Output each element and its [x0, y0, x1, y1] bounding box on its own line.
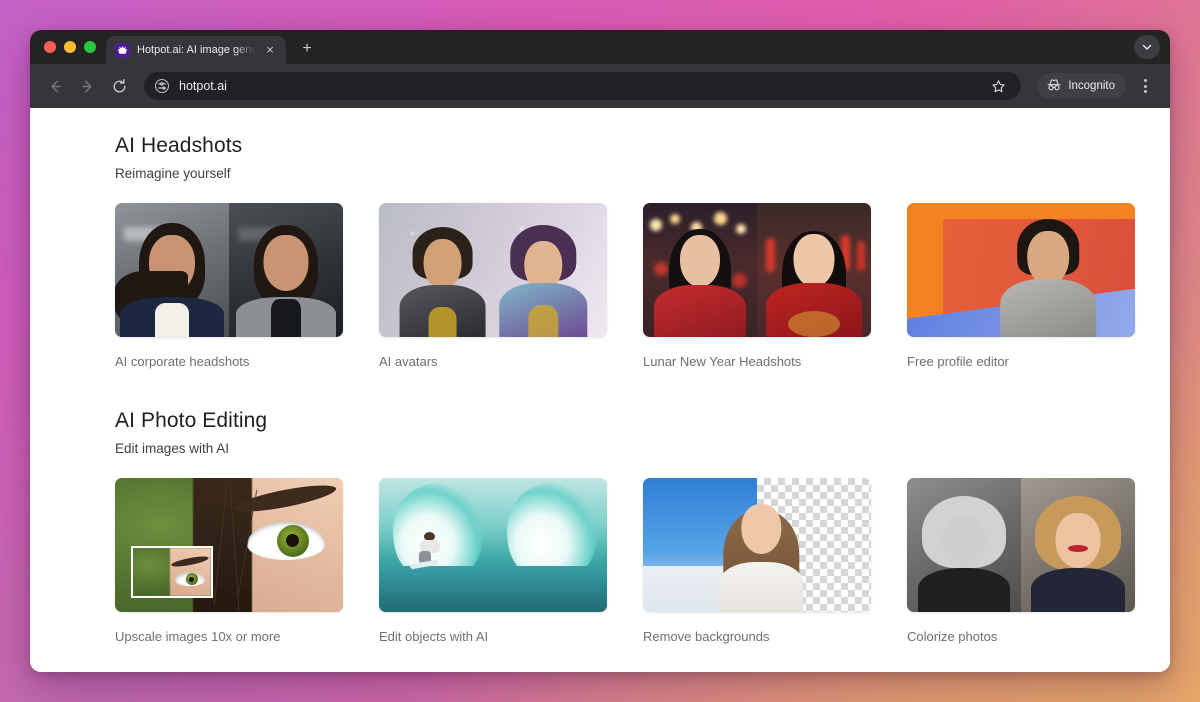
chevron-down-icon	[1142, 44, 1152, 50]
card-thumbnail[interactable]	[379, 478, 607, 612]
card-caption: Free profile editor	[907, 354, 1009, 369]
card-thumbnail[interactable]	[115, 203, 343, 337]
card-caption: Lunar New Year Headshots	[643, 354, 802, 369]
surfer-figure	[409, 531, 444, 569]
upscale-inset-preview	[131, 546, 213, 598]
card-thumbnail[interactable]	[907, 478, 1135, 612]
card-thumbnail[interactable]	[643, 478, 871, 612]
card-thumbnail[interactable]	[115, 478, 343, 612]
card-thumbnail[interactable]	[907, 203, 1135, 337]
card-row: AI corporate headshots AI avatars Lunar …	[115, 203, 1170, 369]
window-traffic-lights	[42, 30, 106, 64]
card-lunar-new-year-headshots[interactable]: Lunar New Year Headshots	[643, 203, 871, 369]
browser-window: Hotpot.ai: AI image generator × +	[30, 30, 1170, 672]
page-settings-icon[interactable]	[153, 78, 170, 95]
maximize-window-button[interactable]	[84, 41, 96, 53]
page-content: AI Headshots Reimagine yourself AI corpo…	[30, 108, 1170, 644]
thumbnail-colorized-half	[1021, 478, 1135, 612]
incognito-label: Incognito	[1068, 80, 1115, 92]
card-thumbnail[interactable]	[379, 203, 607, 337]
section-title: AI Photo Editing	[115, 409, 268, 432]
kebab-menu-icon[interactable]	[1132, 73, 1158, 99]
card-remove-backgrounds[interactable]: Remove backgrounds	[643, 478, 871, 644]
card-caption: AI avatars	[379, 354, 438, 369]
forward-button[interactable]	[72, 71, 102, 101]
minimize-window-button[interactable]	[64, 41, 76, 53]
new-tab-button[interactable]: +	[294, 36, 320, 62]
close-tab-button[interactable]: ×	[262, 42, 278, 58]
browser-tab[interactable]: Hotpot.ai: AI image generator ×	[106, 36, 286, 64]
card-caption: Remove backgrounds	[643, 629, 770, 644]
card-caption: AI corporate headshots	[115, 354, 250, 369]
card-caption: Edit objects with AI	[379, 629, 489, 644]
address-bar-text[interactable]: hotpot.ai	[179, 79, 976, 93]
desktop-background: Hotpot.ai: AI image generator × +	[0, 0, 1200, 702]
card-caption: Colorize photos	[907, 629, 998, 644]
card-row: Upscale images 10x or more Edit objects …	[115, 478, 1170, 644]
tab-title: Hotpot.ai: AI image generator	[137, 44, 255, 56]
section-ai-photo-editing: AI Photo Editing Edit images with AI Ups…	[115, 409, 1170, 644]
section-title: AI Headshots	[115, 134, 243, 157]
incognito-hat-icon	[1046, 78, 1062, 95]
card-ai-corporate-headshots[interactable]: AI corporate headshots	[115, 203, 343, 369]
section-subtitle: Edit images with AI	[115, 441, 230, 456]
card-free-profile-editor[interactable]: Free profile editor	[907, 203, 1135, 369]
card-thumbnail[interactable]	[643, 203, 871, 337]
star-icon[interactable]	[985, 73, 1011, 99]
page-viewport: AI Headshots Reimagine yourself AI corpo…	[30, 108, 1170, 672]
back-button[interactable]	[40, 71, 70, 101]
hotpot-favicon	[115, 42, 130, 58]
thumbnail-after-half	[493, 478, 607, 612]
incognito-badge[interactable]: Incognito	[1037, 73, 1126, 99]
tab-search-button[interactable]	[1134, 35, 1160, 59]
reload-icon	[113, 78, 125, 92]
section-ai-headshots: AI Headshots Reimagine yourself AI corpo…	[115, 134, 1170, 369]
card-upscale-images[interactable]: Upscale images 10x or more	[115, 478, 343, 644]
reload-button[interactable]	[104, 71, 134, 101]
arrow-left-icon	[50, 80, 61, 92]
thumbnail-before-half	[115, 203, 229, 337]
card-caption: Upscale images 10x or more	[115, 629, 281, 644]
card-edit-objects-with-ai[interactable]: Edit objects with AI	[379, 478, 607, 644]
section-subtitle: Reimagine yourself	[115, 166, 231, 181]
thumbnail-before-half	[643, 203, 757, 337]
browser-toolbar: hotpot.ai Incognito	[30, 64, 1170, 108]
arrow-right-icon	[81, 80, 92, 92]
close-window-button[interactable]	[44, 41, 56, 53]
thumbnail-after-half	[757, 203, 871, 337]
address-bar[interactable]: hotpot.ai	[144, 72, 1022, 100]
thumbnail-after-half	[229, 203, 343, 337]
card-ai-avatars[interactable]: AI avatars	[379, 203, 607, 369]
card-colorize-photos[interactable]: Colorize photos	[907, 478, 1135, 644]
thumbnail-before-half	[379, 478, 493, 612]
thumbnail-grayscale-half	[907, 478, 1021, 612]
tab-strip: Hotpot.ai: AI image generator × +	[30, 30, 1170, 64]
